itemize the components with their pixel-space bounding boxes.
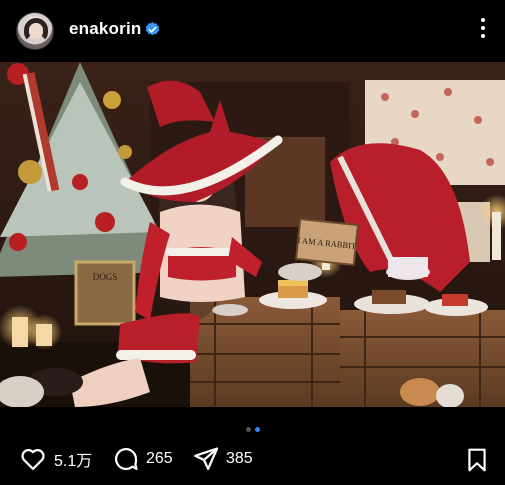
heart-icon: [21, 449, 45, 471]
more-icon[interactable]: [476, 18, 490, 44]
share-button[interactable]: 385: [192, 444, 253, 474]
post-photo[interactable]: DOGS I AM A RABBIT: [0, 62, 505, 407]
save-button[interactable]: [464, 446, 490, 479]
carousel-dot-active: [254, 427, 260, 432]
like-button[interactable]: 5.1万: [18, 444, 92, 474]
username[interactable]: enakorin: [69, 19, 141, 39]
frame-text: DOGS: [93, 272, 118, 282]
carousel-dot: [245, 427, 251, 432]
likes-count: 5.1万: [54, 453, 93, 470]
verified-icon: [145, 22, 160, 36]
action-bar: 5.1万 265 385: [0, 440, 505, 480]
post-header: enakorin: [0, 0, 505, 62]
comments-count: 265: [146, 450, 173, 467]
photo-scene: DOGS I AM A RABBIT: [0, 62, 505, 407]
shares-count: 385: [226, 450, 253, 467]
avatar[interactable]: [16, 12, 54, 50]
share-icon: [194, 447, 219, 471]
carousel-indicator: [0, 419, 505, 432]
comment-button[interactable]: 265: [112, 444, 173, 474]
bookmark-icon: [468, 448, 486, 472]
comment-icon: [114, 448, 138, 471]
